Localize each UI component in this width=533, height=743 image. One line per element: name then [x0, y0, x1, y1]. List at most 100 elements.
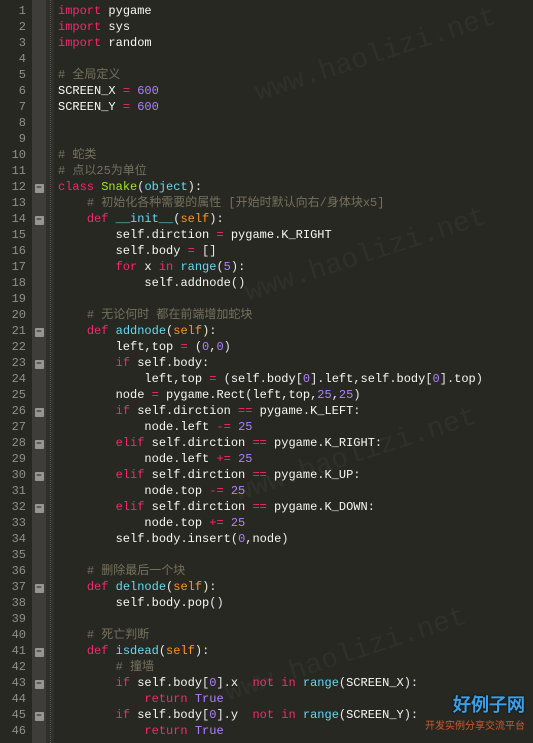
fold-cell: [32, 195, 46, 211]
code-line[interactable]: elif self.dirction == pygame.K_RIGHT:: [58, 435, 483, 451]
fold-cell: [32, 691, 46, 707]
fold-toggle-icon[interactable]: −: [35, 504, 44, 513]
code-line[interactable]: self.body.pop(): [58, 595, 483, 611]
fold-toggle-icon[interactable]: −: [35, 584, 44, 593]
fold-cell: [32, 83, 46, 99]
code-line[interactable]: # 全局定义: [58, 67, 483, 83]
line-number: 3: [0, 35, 26, 51]
fold-toggle-icon[interactable]: −: [35, 440, 44, 449]
code-line[interactable]: node.top += 25: [58, 515, 483, 531]
code-line[interactable]: import sys: [58, 19, 483, 35]
code-line[interactable]: node.left += 25: [58, 451, 483, 467]
fold-cell: [32, 339, 46, 355]
code-line[interactable]: left,top = (self.body[0].left,self.body[…: [58, 371, 483, 387]
fold-gutter: − − − − − − − − − − − −: [32, 0, 46, 743]
line-number: 1: [0, 3, 26, 19]
fold-toggle-icon[interactable]: −: [35, 680, 44, 689]
code-line[interactable]: [58, 547, 483, 563]
code-line[interactable]: [58, 291, 483, 307]
fold-toggle-icon[interactable]: −: [35, 472, 44, 481]
code-line[interactable]: import pygame: [58, 3, 483, 19]
line-number: 38: [0, 595, 26, 611]
code-line[interactable]: if self.body[0].x not in range(SCREEN_X)…: [58, 675, 483, 691]
line-number: 11: [0, 163, 26, 179]
fold-cell: −: [32, 467, 46, 483]
code-line[interactable]: class Snake(object):: [58, 179, 483, 195]
code-line[interactable]: self.body = []: [58, 243, 483, 259]
fold-toggle-icon[interactable]: −: [35, 712, 44, 721]
code-line[interactable]: if self.body[0].y not in range(SCREEN_Y)…: [58, 707, 483, 723]
code-line[interactable]: # 点以25为单位: [58, 163, 483, 179]
code-line[interactable]: return True: [58, 723, 483, 739]
code-line[interactable]: node.top -= 25: [58, 483, 483, 499]
fold-toggle-icon[interactable]: −: [35, 216, 44, 225]
fold-cell: [32, 275, 46, 291]
line-number: 28: [0, 435, 26, 451]
code-line[interactable]: # 蛇类: [58, 147, 483, 163]
code-line[interactable]: SCREEN_Y = 600: [58, 99, 483, 115]
line-number: 9: [0, 131, 26, 147]
code-line[interactable]: if self.body:: [58, 355, 483, 371]
fold-cell: [32, 547, 46, 563]
fold-cell: [32, 451, 46, 467]
code-line[interactable]: # 初始化各种需要的属性 [开始时默认向右/身体块x5]: [58, 195, 483, 211]
line-number: 27: [0, 419, 26, 435]
code-line[interactable]: [58, 115, 483, 131]
line-number: 7: [0, 99, 26, 115]
code-line[interactable]: # 撞墙: [58, 659, 483, 675]
code-line[interactable]: node = pygame.Rect(left,top,25,25): [58, 387, 483, 403]
code-line[interactable]: # 无论何时 都在前端增加蛇块: [58, 307, 483, 323]
fold-cell: −: [32, 179, 46, 195]
code-line[interactable]: left,top = (0,0): [58, 339, 483, 355]
line-number: 25: [0, 387, 26, 403]
code-area[interactable]: import pygameimport sysimport random # 全…: [54, 0, 483, 743]
line-number: 16: [0, 243, 26, 259]
code-line[interactable]: SCREEN_X = 600: [58, 83, 483, 99]
fold-cell: [32, 419, 46, 435]
fold-toggle-icon[interactable]: −: [35, 184, 44, 193]
code-editor[interactable]: 1234567891011121314151617181920212223242…: [0, 0, 533, 743]
code-line[interactable]: self.dirction = pygame.K_RIGHT: [58, 227, 483, 243]
fold-cell: −: [32, 435, 46, 451]
fold-cell: [32, 51, 46, 67]
code-line[interactable]: [58, 131, 483, 147]
fold-toggle-icon[interactable]: −: [35, 408, 44, 417]
fold-cell: [32, 163, 46, 179]
code-line[interactable]: # 删除最后一个块: [58, 563, 483, 579]
code-line[interactable]: [58, 51, 483, 67]
line-number: 4: [0, 51, 26, 67]
fold-cell: [32, 531, 46, 547]
code-line[interactable]: def __init__(self):: [58, 211, 483, 227]
code-line[interactable]: return True: [58, 691, 483, 707]
fold-toggle-icon[interactable]: −: [35, 328, 44, 337]
line-number: 43: [0, 675, 26, 691]
fold-cell: [32, 627, 46, 643]
code-line[interactable]: # 死亡判断: [58, 627, 483, 643]
code-line[interactable]: def delnode(self):: [58, 579, 483, 595]
line-number: 13: [0, 195, 26, 211]
code-line[interactable]: for x in range(5):: [58, 259, 483, 275]
fold-cell: −: [32, 499, 46, 515]
line-number: 17: [0, 259, 26, 275]
code-line[interactable]: [58, 611, 483, 627]
line-number: 18: [0, 275, 26, 291]
line-number: 20: [0, 307, 26, 323]
fold-cell: [32, 131, 46, 147]
code-line[interactable]: import random: [58, 35, 483, 51]
code-line[interactable]: elif self.dirction == pygame.K_UP:: [58, 467, 483, 483]
code-line[interactable]: node.left -= 25: [58, 419, 483, 435]
fold-cell: −: [32, 707, 46, 723]
code-line[interactable]: elif self.dirction == pygame.K_DOWN:: [58, 499, 483, 515]
code-line[interactable]: def isdead(self):: [58, 643, 483, 659]
line-number: 29: [0, 451, 26, 467]
fold-toggle-icon[interactable]: −: [35, 360, 44, 369]
code-line[interactable]: if self.dirction == pygame.K_LEFT:: [58, 403, 483, 419]
margin-strip: [46, 0, 54, 743]
fold-toggle-icon[interactable]: −: [35, 648, 44, 657]
code-line[interactable]: self.body.insert(0,node): [58, 531, 483, 547]
line-number: 31: [0, 483, 26, 499]
fold-cell: −: [32, 579, 46, 595]
code-line[interactable]: self.addnode(): [58, 275, 483, 291]
code-line[interactable]: def addnode(self):: [58, 323, 483, 339]
fold-cell: −: [32, 323, 46, 339]
